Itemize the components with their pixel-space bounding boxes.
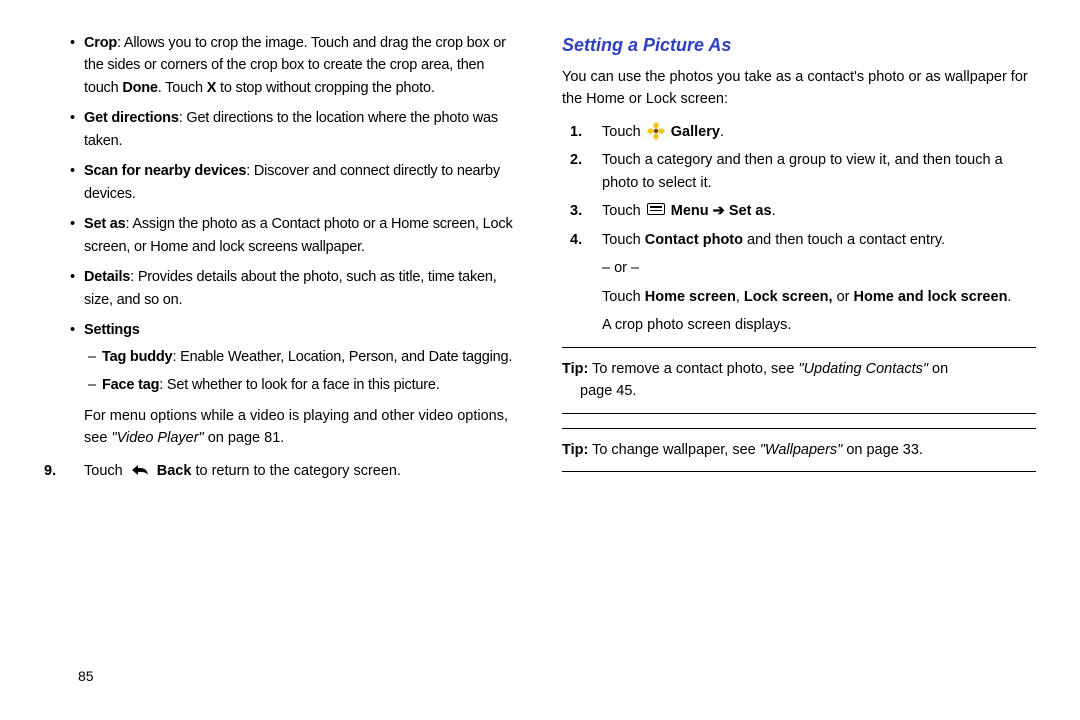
step-4-alt: Touch Home screen, Lock screen, or Home … bbox=[602, 286, 1036, 308]
option-settings: Settings Tag buddy: Enable Weather, Loca… bbox=[84, 319, 518, 396]
manual-page: Crop: Allows you to crop the image. Touc… bbox=[0, 0, 1080, 720]
section-intro: You can use the photos you take as a con… bbox=[562, 66, 1036, 111]
options-list: Crop: Allows you to crop the image. Touc… bbox=[44, 32, 518, 397]
step-2: 2. Touch a category and then a group to … bbox=[562, 149, 1036, 194]
back-icon bbox=[129, 462, 151, 476]
settings-sublist: Tag buddy: Enable Weather, Location, Per… bbox=[84, 346, 518, 397]
gallery-icon bbox=[647, 122, 665, 140]
step-9: 9. Touch Back to return to the category … bbox=[44, 460, 518, 482]
suboption-tag-buddy: Tag buddy: Enable Weather, Location, Per… bbox=[102, 346, 518, 368]
option-get-directions: Get directions: Get directions to the lo… bbox=[84, 107, 518, 152]
step-4: 4. Touch Contact photo and then touch a … bbox=[562, 229, 1036, 251]
right-column: Setting a Picture As You can use the pho… bbox=[558, 32, 1036, 700]
option-details: Details: Provides details about the phot… bbox=[84, 266, 518, 311]
option-set-as: Set as: Assign the photo as a Contact ph… bbox=[84, 213, 518, 258]
divider bbox=[562, 413, 1036, 414]
divider bbox=[562, 347, 1036, 348]
option-scan-devices: Scan for nearby devices: Discover and co… bbox=[84, 160, 518, 205]
option-crop: Crop: Allows you to crop the image. Touc… bbox=[84, 32, 518, 99]
suboption-face-tag: Face tag: Set whether to look for a face… bbox=[102, 374, 518, 396]
step-3: 3. Touch Menu ➔ Set as. bbox=[562, 200, 1036, 222]
menu-icon bbox=[647, 203, 665, 217]
left-column: Crop: Allows you to crop the image. Touc… bbox=[44, 32, 522, 700]
step-4-or: – or – bbox=[602, 257, 1036, 279]
divider bbox=[562, 428, 1036, 429]
steps-list: 1. Touch bbox=[562, 121, 1036, 337]
video-player-reference: For menu options while a video is playin… bbox=[84, 405, 518, 450]
step-1: 1. Touch bbox=[562, 121, 1036, 143]
page-number: 85 bbox=[78, 668, 94, 684]
divider bbox=[562, 471, 1036, 472]
step-4-result: A crop photo screen displays. bbox=[602, 314, 1036, 336]
section-heading: Setting a Picture As bbox=[562, 32, 1036, 60]
tip-remove-contact-photo: Tip: To remove a contact photo, see "Upd… bbox=[562, 358, 1036, 403]
tip-change-wallpaper: Tip: To change wallpaper, see "Wallpaper… bbox=[562, 439, 1036, 461]
